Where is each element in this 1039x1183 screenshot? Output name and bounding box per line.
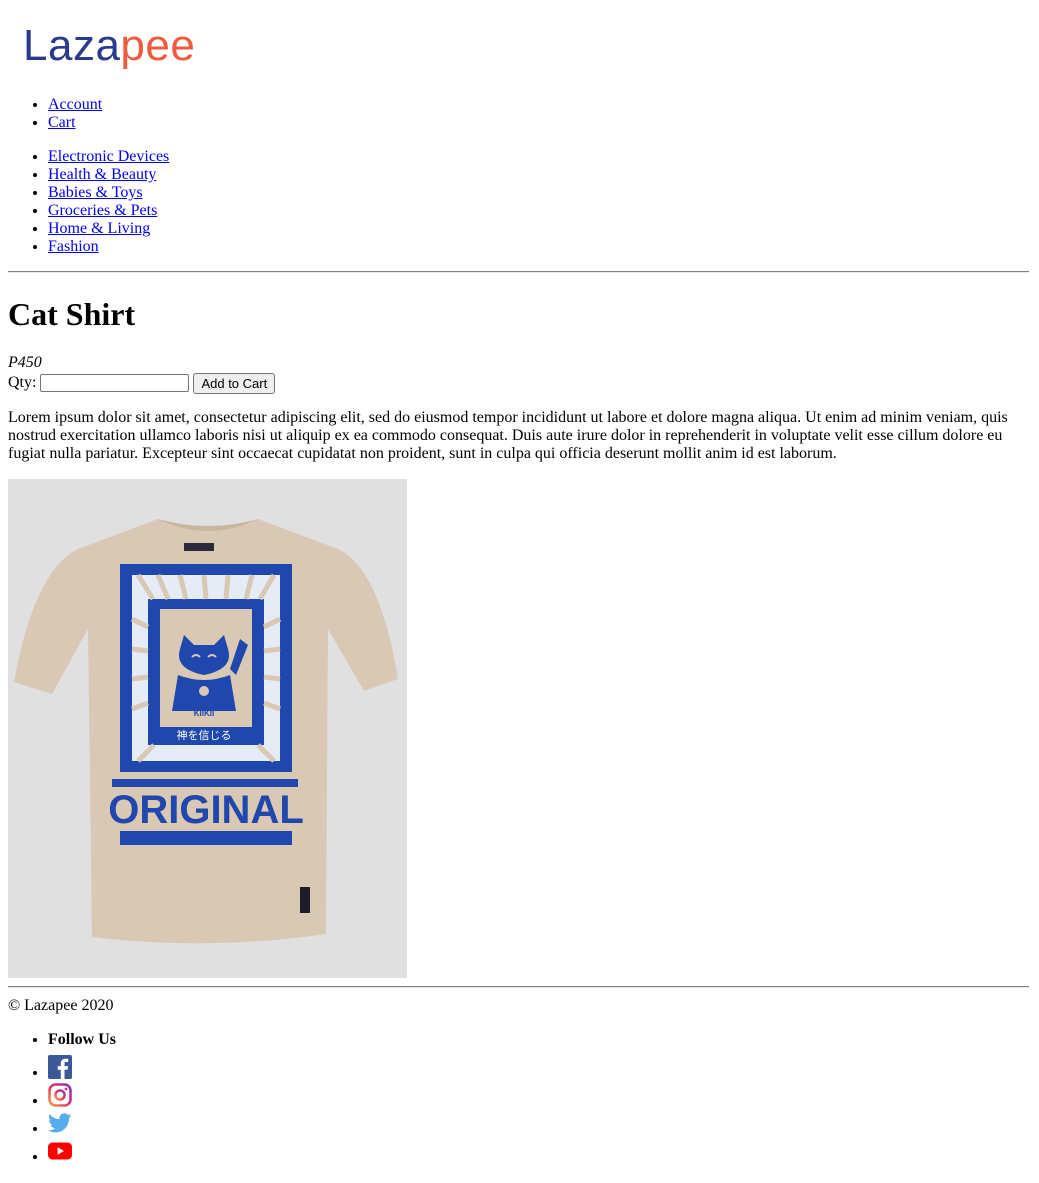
category-link-fashion[interactable]: Fashion: [48, 238, 99, 255]
social-item-twitter: [47, 1105, 116, 1133]
category-link-health-beauty[interactable]: Health & Beauty: [48, 166, 156, 183]
footer-divider: [8, 986, 1029, 988]
facebook-icon[interactable]: [48, 1051, 72, 1079]
product-description: Lorem ipsum dolor sit amet, consectetur …: [8, 409, 1008, 462]
category-nav: Electronic Devices Health & Beauty Babie…: [8, 148, 169, 256]
copyright-text: © Lazapee 2020: [8, 997, 114, 1014]
social-item-facebook: [48, 1049, 116, 1079]
category-link-groceries-pets[interactable]: Groceries & Pets: [48, 202, 157, 219]
category-item: Electronic Devices: [48, 148, 169, 166]
instagram-icon[interactable]: [48, 1079, 72, 1107]
print-japanese-text: 神を信じる: [177, 728, 232, 742]
follow-us-label: Follow Us: [48, 1031, 116, 1049]
site-logo[interactable]: Lazapee: [23, 18, 195, 74]
print-original-text: ORIGINAL: [108, 788, 304, 832]
category-link-electronic-devices[interactable]: Electronic Devices: [48, 148, 169, 165]
category-link-home-living[interactable]: Home & Living: [48, 220, 150, 237]
category-item: Babies & Toys: [48, 184, 169, 202]
qty-input[interactable]: [40, 374, 190, 392]
product-title: Cat Shirt: [8, 296, 136, 332]
add-to-cart-button[interactable]: Add to Cart: [193, 372, 276, 394]
category-item: Health & Beauty: [48, 166, 169, 184]
category-link-babies-toys[interactable]: Babies & Toys: [48, 184, 143, 201]
qty-label: Qty:: [8, 374, 37, 391]
add-to-cart-form: Qty: Add to Cart: [8, 372, 276, 394]
twitter-icon[interactable]: [47, 1107, 72, 1133]
account-link[interactable]: Account: [48, 96, 102, 113]
social-item-instagram: [48, 1077, 116, 1107]
header-divider: [8, 271, 1029, 273]
youtube-icon[interactable]: [48, 1135, 72, 1160]
account-nav-item-account: Account: [48, 96, 102, 114]
print-brand-text: KIIKII: [194, 709, 214, 718]
social-item-youtube: [48, 1133, 116, 1161]
cart-link[interactable]: Cart: [48, 114, 76, 131]
category-item: Groceries & Pets: [48, 202, 169, 220]
social-list: Follow Us: [8, 1031, 116, 1161]
logo-text-primary: Laza: [23, 21, 121, 70]
logo-text-accent: pee: [120, 21, 196, 70]
category-item: Home & Living: [48, 220, 169, 238]
product-price: P450: [8, 354, 42, 371]
product-image: KIIKII 神を信じる ORIGINAL: [8, 479, 407, 978]
account-nav-item-cart: Cart: [48, 114, 102, 132]
category-item: Fashion: [48, 238, 169, 256]
account-nav: Account Cart: [8, 96, 102, 132]
